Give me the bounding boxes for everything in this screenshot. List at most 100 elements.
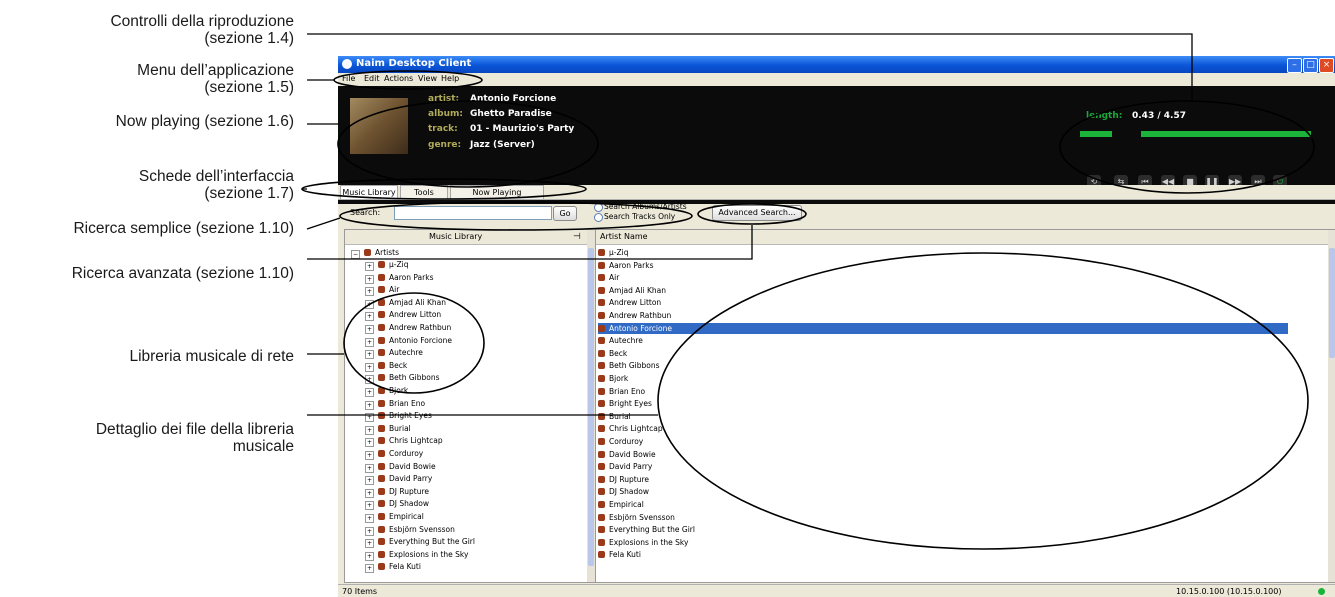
expand-icon[interactable]: +: [365, 375, 374, 385]
list-item[interactable]: DJ Shadow: [598, 486, 649, 497]
expand-icon[interactable]: +: [365, 501, 374, 511]
expand-icon[interactable]: +: [365, 451, 374, 460]
expand-icon[interactable]: +: [365, 539, 374, 549]
selected-list-item[interactable]: Antonio Forcione: [598, 322, 1288, 334]
close-icon[interactable]: ×: [1319, 58, 1334, 73]
tree-item[interactable]: + Aaron Parks: [365, 272, 434, 284]
expand-icon[interactable]: +: [365, 476, 374, 486]
expand-icon[interactable]: +: [365, 488, 374, 498]
detail-scrollbar[interactable]: [1328, 230, 1335, 582]
list-item[interactable]: µ-Ziq: [598, 247, 628, 258]
library-scroll-thumb[interactable]: [588, 248, 594, 566]
tree-item[interactable]: + Air: [365, 284, 399, 297]
tree-item[interactable]: + DJ Rupture: [365, 486, 429, 498]
list-item[interactable]: Beth Gibbons: [598, 360, 660, 371]
expand-icon[interactable]: +: [365, 463, 374, 473]
list-item[interactable]: Chris Lightcap: [598, 423, 663, 434]
tab-music-library[interactable]: Music Library: [340, 185, 398, 199]
list-item[interactable]: David Bowie: [598, 449, 656, 460]
search-tracks-radio[interactable]: [594, 213, 603, 222]
menu-file[interactable]: File: [342, 74, 355, 83]
list-item[interactable]: Bright Eyes: [598, 398, 652, 409]
expand-icon[interactable]: +: [365, 262, 374, 271]
expand-icon[interactable]: +: [365, 388, 374, 397]
list-item[interactable]: Amjad Ali Khan: [598, 285, 666, 296]
tree-item[interactable]: + Amjad Ali Khan: [365, 297, 446, 309]
expand-icon[interactable]: +: [365, 299, 374, 309]
menu-help[interactable]: Help: [441, 74, 459, 83]
tree-item[interactable]: + Bjork: [365, 385, 408, 397]
track-progress-bar[interactable]: [1080, 131, 1112, 137]
list-item[interactable]: Andrew Rathbun: [598, 310, 671, 321]
menu-view[interactable]: View: [418, 74, 437, 83]
list-item[interactable]: Fela Kuti: [598, 549, 641, 560]
tree-item[interactable]: + Empirical: [365, 511, 424, 523]
tree-item[interactable]: + Andrew Litton: [365, 309, 441, 322]
search-input[interactable]: [394, 206, 552, 220]
expand-icon[interactable]: +: [365, 287, 374, 297]
list-item[interactable]: Explosions in the Sky: [598, 537, 688, 548]
expand-icon[interactable]: +: [365, 274, 374, 284]
volume-bar[interactable]: [1141, 131, 1311, 137]
tree-item[interactable]: + µ-Ziq: [365, 259, 408, 271]
list-item[interactable]: Everything But the Girl: [598, 524, 695, 535]
list-item[interactable]: Corduroy: [598, 436, 643, 447]
menu-edit[interactable]: Edit: [364, 74, 380, 83]
tree-item[interactable]: + Everything But the Girl: [365, 536, 475, 549]
list-item[interactable]: Bjork: [598, 373, 628, 384]
tree-item[interactable]: + David Bowie: [365, 461, 436, 473]
list-item[interactable]: Esbjörn Svensson: [598, 512, 675, 523]
search-albums-radio[interactable]: [594, 203, 603, 212]
tab-tools[interactable]: Tools: [400, 185, 448, 199]
expand-icon[interactable]: +: [365, 337, 374, 347]
tree-item[interactable]: + DJ Shadow: [365, 498, 429, 511]
expand-icon[interactable]: +: [365, 551, 374, 561]
list-item[interactable]: David Parry: [598, 461, 652, 472]
list-item[interactable]: Burial: [598, 411, 631, 422]
expand-icon[interactable]: +: [365, 362, 374, 372]
tab-now-playing[interactable]: Now Playing: [450, 185, 544, 199]
tree-item[interactable]: + Brian Eno: [365, 398, 425, 410]
minimize-icon[interactable]: –: [1287, 58, 1302, 73]
expand-icon[interactable]: +: [365, 325, 374, 334]
go-button[interactable]: Go: [553, 206, 577, 221]
tree-item[interactable]: + Esbjörn Svensson: [365, 524, 455, 536]
detail-scroll-thumb[interactable]: [1329, 248, 1335, 358]
expand-icon[interactable]: +: [365, 312, 374, 322]
tree-item[interactable]: + Corduroy: [365, 448, 423, 460]
list-item[interactable]: DJ Rupture: [598, 474, 649, 485]
expand-icon[interactable]: +: [365, 400, 374, 410]
expand-icon[interactable]: +: [365, 514, 374, 523]
pin-icon[interactable]: ⊣: [573, 230, 581, 244]
expand-icon[interactable]: +: [365, 425, 374, 435]
tree-item[interactable]: + David Parry: [365, 473, 432, 486]
tree-item[interactable]: + Burial: [365, 423, 411, 435]
advanced-search-button[interactable]: Advanced Search...: [712, 205, 802, 221]
tree-item[interactable]: + Autechre: [365, 347, 423, 360]
tree-item[interactable]: + Explosions in the Sky: [365, 549, 468, 561]
tree-item[interactable]: + Chris Lightcap: [365, 435, 443, 448]
tree-item[interactable]: + Beth Gibbons: [365, 372, 440, 385]
expand-icon[interactable]: +: [365, 413, 374, 423]
list-item[interactable]: Empirical: [598, 499, 644, 510]
artist-name-column-header[interactable]: Artist Name: [600, 230, 648, 244]
library-scrollbar[interactable]: [587, 230, 595, 582]
menu-actions[interactable]: Actions: [384, 74, 413, 83]
list-item[interactable]: Aaron Parks: [598, 260, 654, 271]
expand-icon[interactable]: +: [365, 438, 374, 448]
expand-icon[interactable]: +: [365, 564, 374, 574]
maximize-icon[interactable]: □: [1303, 58, 1318, 73]
tree-item[interactable]: + Bright Eyes: [365, 410, 432, 423]
tree-item[interactable]: + Fela Kuti: [365, 561, 421, 574]
tree-root-artists[interactable]: − Artists: [351, 247, 399, 259]
list-item[interactable]: Air: [598, 272, 619, 283]
list-item[interactable]: Andrew Litton: [598, 297, 661, 308]
tree-item[interactable]: + Andrew Rathbun: [365, 322, 451, 334]
tree-item[interactable]: + Antonio Forcione: [365, 335, 452, 347]
expand-icon[interactable]: +: [365, 526, 374, 536]
collapse-icon[interactable]: −: [351, 250, 360, 259]
list-item[interactable]: Brian Eno: [598, 386, 645, 397]
list-item[interactable]: Beck: [598, 348, 627, 359]
list-item[interactable]: Autechre: [598, 335, 643, 346]
tree-item[interactable]: + Beck: [365, 360, 407, 372]
